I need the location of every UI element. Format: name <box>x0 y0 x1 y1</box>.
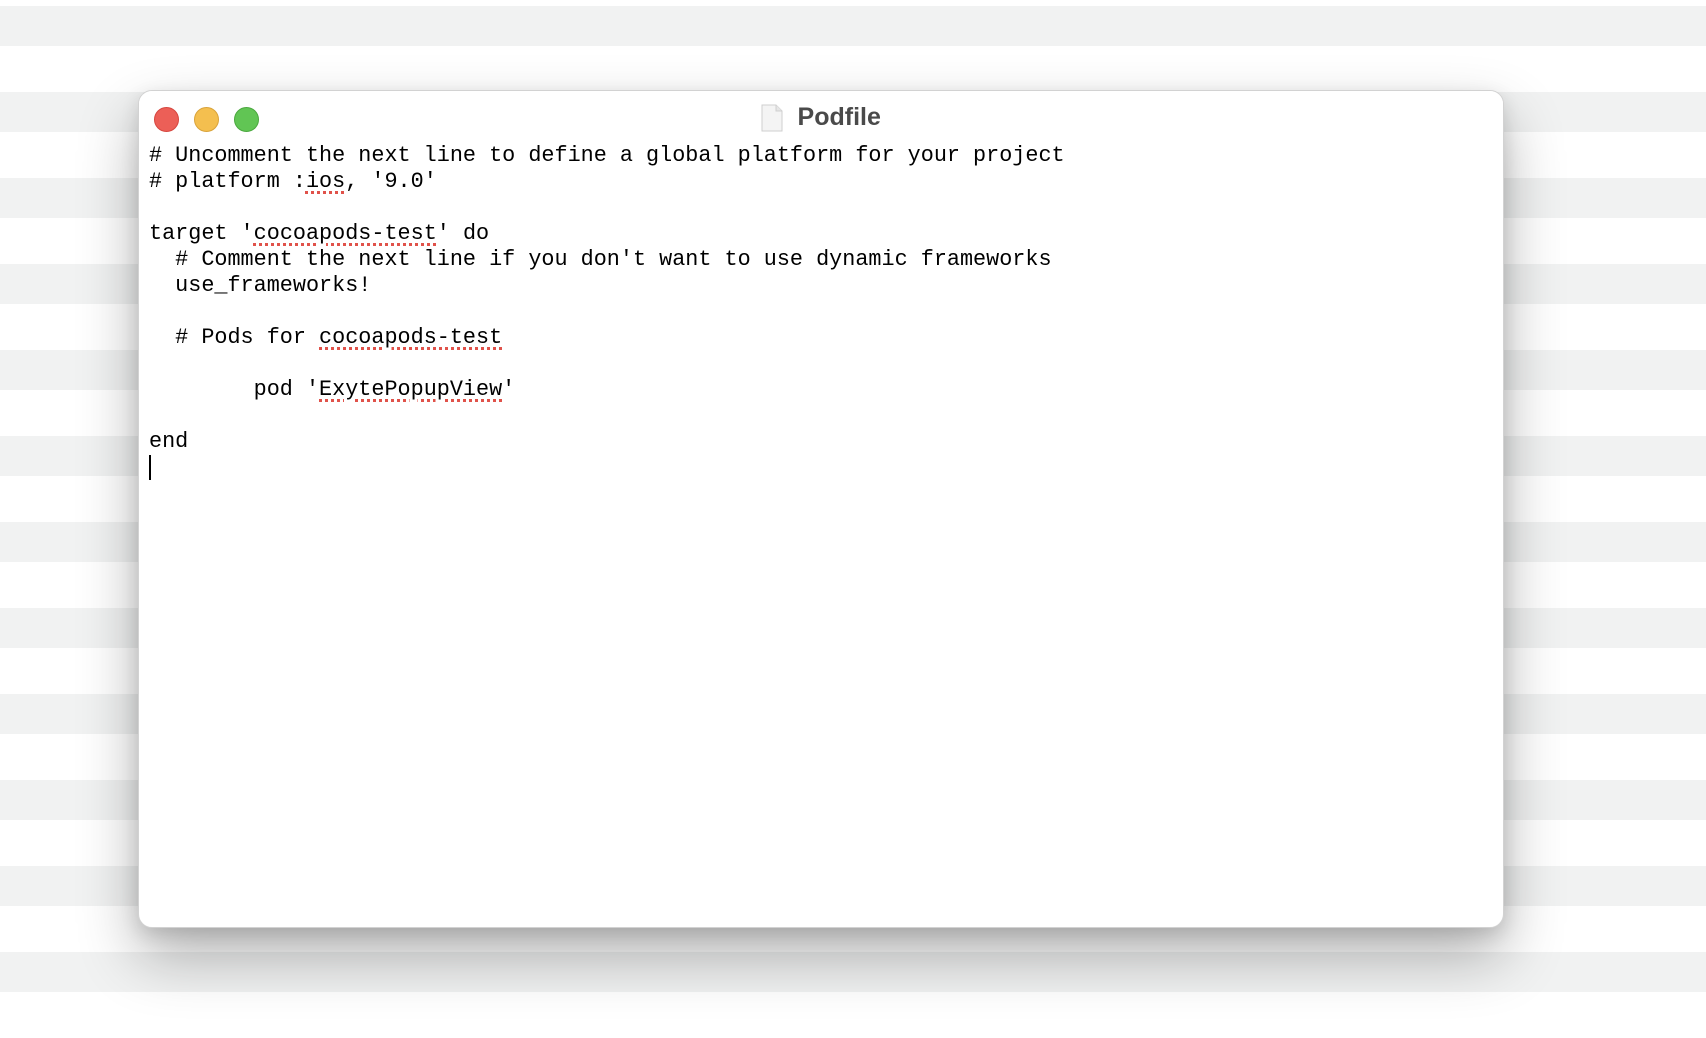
line-7 <box>149 299 1493 325</box>
misspelled-word: cocoapods-test <box>319 325 503 350</box>
window-title-area: Podfile <box>139 103 1503 133</box>
line-4: target 'cocoapods-test' do <box>149 221 490 246</box>
line-6: use_frameworks! <box>149 273 372 298</box>
line-12: end <box>149 429 189 454</box>
misspelled-word: cocoapods-test <box>253 221 437 246</box>
line-8: # Pods for cocoapods-test <box>149 325 503 350</box>
cursor-line <box>149 455 1493 481</box>
misspelled-word: ExytePopupView <box>319 377 503 402</box>
text-cursor <box>149 455 151 480</box>
line-9 <box>149 351 1493 377</box>
text-editor-window: Podfile # Uncomment the next line to def… <box>138 90 1504 928</box>
line-3 <box>149 195 1493 221</box>
line-10: pod 'ExytePopupView' <box>149 377 516 402</box>
line-2: # platform :ios, '9.0' <box>149 169 437 194</box>
window-title: Podfile <box>797 103 881 131</box>
title-bar[interactable]: Podfile <box>139 91 1503 141</box>
text-editor-area[interactable]: # Uncomment the next line to define a gl… <box>149 143 1493 917</box>
line-5: # Comment the next line if you don't wan… <box>149 247 1052 272</box>
document-icon[interactable] <box>761 104 783 132</box>
line-11 <box>149 403 1493 429</box>
misspelled-word: ios <box>305 169 346 194</box>
line-1: # Uncomment the next line to define a gl… <box>149 143 1065 168</box>
